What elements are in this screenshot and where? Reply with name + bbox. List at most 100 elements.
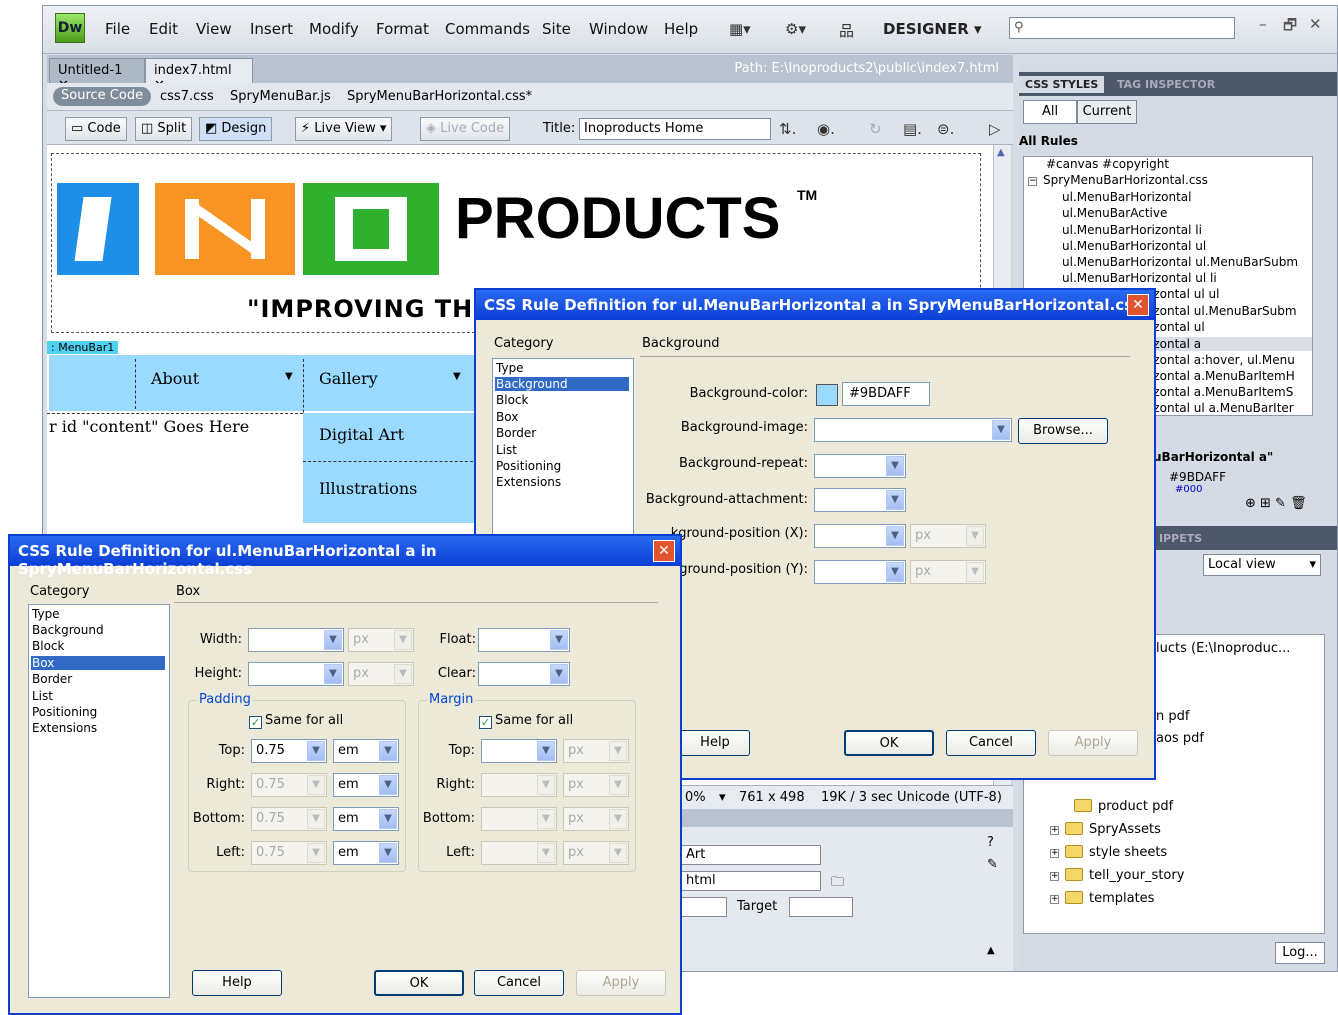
scroll-up-icon[interactable]: ▲ [997, 147, 1005, 158]
bg-position-y-select[interactable]: ▼ [814, 560, 906, 584]
refresh-icon[interactable]: ↻ [869, 120, 882, 138]
menu-commands[interactable]: Commands [445, 20, 530, 38]
close-icon[interactable]: ✕ [1309, 15, 1322, 33]
design-view-button[interactable]: ◩ Design [199, 117, 273, 141]
title-input[interactable]: Inoproducts Home [579, 118, 771, 140]
folder-item[interactable]: product pdf [1074, 799, 1173, 814]
target-input[interactable] [789, 897, 853, 917]
tab-snippets[interactable]: IPPETS [1153, 530, 1208, 547]
file-item[interactable]: n pdf [1156, 709, 1189, 724]
view-options-icon[interactable]: ▤. [903, 120, 922, 138]
bg-repeat-select[interactable]: ▼ [814, 454, 906, 478]
apply-button[interactable]: Apply [576, 970, 666, 996]
tab-index7[interactable]: index7.html ✕ [145, 58, 253, 93]
width-unit[interactable]: px ▼ [348, 628, 414, 652]
category-type[interactable]: Type [495, 361, 629, 375]
workspace-switcher[interactable]: DESIGNER ▾ [883, 20, 982, 38]
property-value-2[interactable]: #000 [1175, 484, 1202, 495]
category-type[interactable]: Type [31, 607, 165, 621]
rule-item[interactable]: − SpryMenuBarHorizontal.css [1028, 173, 1208, 187]
rule-item[interactable]: ul.MenuBarHorizontal ul.MenuBarSubm [1062, 255, 1298, 269]
margin-same-checkbox[interactable]: ✓ Same for all [479, 713, 573, 729]
related-file-css7[interactable]: css7.css [160, 89, 214, 104]
nav-gallery[interactable]: Gallery [319, 369, 378, 388]
category-background[interactable]: Background [31, 623, 165, 637]
visual-aids-icon[interactable]: ⊜. [937, 120, 954, 138]
search-input[interactable]: ⚲ [1009, 17, 1235, 39]
gear-icon[interactable]: ⚙▾ [785, 20, 806, 38]
css-panel-actions-icon[interactable]: ⊕ ⊞ ✎ 🗑 [1245, 496, 1307, 511]
padding-top-unit[interactable]: em ▼ [333, 739, 399, 763]
bg-attachment-select[interactable]: ▼ [814, 488, 906, 512]
tab-tag-inspector[interactable]: TAG INSPECTOR [1111, 76, 1221, 93]
live-view-button[interactable]: ⚡ Live View ▾ [295, 117, 393, 141]
rule-item-selected[interactable]: izontal a [1150, 337, 1312, 351]
site-root[interactable]: lucts (E:\Inoproduc... [1156, 641, 1290, 656]
padding-right-unit[interactable]: em ▼ [333, 773, 399, 797]
padding-left-select[interactable]: 0.75 ▼ [251, 841, 327, 865]
margin-left-select[interactable]: ▼ [481, 841, 557, 865]
submenu-illustrations[interactable]: Illustrations [319, 479, 417, 498]
category-border[interactable]: Border [31, 672, 165, 686]
bg-position-x-select[interactable]: ▼ [814, 524, 906, 548]
related-file-spry-js[interactable]: SpryMenuBar.js [230, 89, 331, 104]
rule-item[interactable]: ul.MenuBarActive [1062, 206, 1167, 220]
ok-button[interactable]: OK [374, 970, 464, 996]
menubar-tag[interactable]: : MenuBar1 [47, 341, 119, 354]
rule-item[interactable]: ul.MenuBarHorizontal [1062, 190, 1192, 204]
live-code-button[interactable]: ◈ Live Code [420, 117, 511, 141]
menu-window[interactable]: Window [589, 20, 648, 38]
browse-button[interactable]: Browse... [1018, 418, 1108, 444]
site-map-icon[interactable]: 品 [839, 20, 854, 41]
menu-insert[interactable]: Insert [250, 20, 293, 38]
source-code-button[interactable]: Source Code [53, 87, 152, 106]
window-size[interactable]: 761 x 498 [739, 790, 805, 805]
width-select[interactable]: ▼ [248, 628, 344, 652]
margin-top-select[interactable]: ▼ [481, 739, 557, 763]
tab-untitled-1[interactable]: Untitled-1 ✕ [49, 58, 145, 93]
category-positioning[interactable]: Positioning [31, 705, 165, 719]
category-background[interactable]: Background [495, 377, 629, 391]
submenu-digital-art[interactable]: Digital Art [319, 425, 404, 444]
log-button[interactable]: Log... [1275, 942, 1325, 964]
zoom-level[interactable]: 0% [685, 790, 706, 805]
folder-icon[interactable]: 🗀 [831, 873, 844, 895]
close-icon[interactable]: ✕ [1127, 294, 1149, 316]
link-file-input[interactable]: html [681, 871, 821, 891]
margin-bottom-select[interactable]: ▼ [481, 807, 557, 831]
current-mode-button[interactable]: Current [1077, 100, 1137, 124]
preview-browser-icon[interactable]: ◉. [817, 120, 835, 138]
padding-same-checkbox[interactable]: ✓ Same for all [249, 713, 343, 729]
margin-bottom-unit[interactable]: px ▼ [563, 807, 629, 831]
rule-item[interactable]: ul.MenuBarHorizontal ul li [1062, 271, 1217, 285]
view-select[interactable]: Local view ▾ [1203, 554, 1321, 576]
layout-icon[interactable]: ▦▾ [729, 20, 751, 38]
bg-image-select[interactable]: ▼ [814, 418, 1012, 442]
nav-about[interactable]: About [151, 369, 199, 388]
rule-item[interactable]: izontal ul [1150, 320, 1205, 334]
menu-edit[interactable]: Edit [149, 20, 178, 38]
file-management-icon[interactable]: ⇅. [779, 120, 796, 138]
code-view-button[interactable]: ▭ Code [65, 117, 127, 141]
height-unit[interactable]: px ▼ [348, 662, 414, 686]
margin-right-select[interactable]: ▼ [481, 773, 557, 797]
split-view-button[interactable]: ◫ Split [135, 117, 193, 141]
rule-item[interactable]: izontal ul.MenuBarSubm [1150, 304, 1297, 318]
margin-right-unit[interactable]: px ▼ [563, 773, 629, 797]
rule-item[interactable]: izontal a:hover, ul.Menu [1150, 353, 1295, 367]
rule-item[interactable]: izontal ul a.MenuBarIter [1150, 401, 1294, 415]
rule-item[interactable]: izontal a.MenuBarItemH [1150, 369, 1295, 383]
menu-modify[interactable]: Modify [309, 20, 359, 38]
bg-position-y-unit[interactable]: px ▼ [910, 560, 986, 584]
padding-left-unit[interactable]: em ▼ [333, 841, 399, 865]
menu-format[interactable]: Format [376, 20, 429, 38]
validate-icon[interactable]: ▷ [989, 120, 1001, 138]
ok-button[interactable]: OK [844, 730, 934, 756]
float-select[interactable]: ▼ [478, 628, 570, 652]
height-select[interactable]: ▼ [248, 662, 344, 686]
help-button[interactable]: Help [680, 730, 750, 756]
restore-icon[interactable]: 🗗 [1283, 15, 1297, 40]
folder-item[interactable]: + templates [1050, 891, 1154, 906]
help-icon[interactable]: ? [987, 835, 994, 850]
cancel-button[interactable]: Cancel [474, 970, 564, 996]
